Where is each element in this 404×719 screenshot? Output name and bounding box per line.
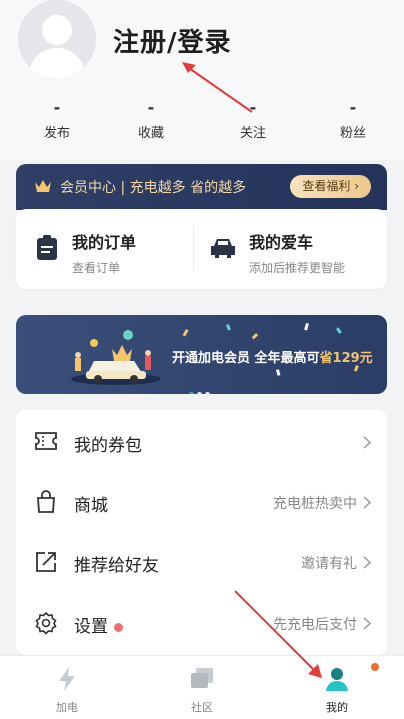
crown-icon [35, 180, 51, 192]
profile-icon [326, 668, 348, 691]
carousel-dot[interactable] [197, 392, 202, 394]
my-car-title: 我的爱车 [249, 233, 314, 252]
tab-label: 加电 [56, 701, 78, 714]
stat-favorites[interactable]: - 收藏 [121, 98, 181, 141]
notification-dot [371, 663, 379, 671]
tab-label: 社区 [191, 701, 213, 714]
menu-item-label: 商城 [74, 496, 108, 516]
menu-item-hint: 邀请有礼 [301, 556, 357, 572]
carousel-dot[interactable] [205, 392, 210, 394]
stat-value: - [53, 98, 61, 117]
stat-label: 收藏 [137, 126, 164, 141]
menu-item-recommend[interactable]: 推荐给好友 邀请有礼 [16, 532, 387, 592]
membership-promo-banner[interactable]: 开通加电会员 全年最高可省129元 [16, 315, 387, 394]
tab-label: 我的 [326, 701, 348, 714]
lightning-icon [59, 667, 75, 691]
default-avatar-icon [18, 0, 96, 78]
divider [193, 225, 194, 271]
stat-label: 发布 [43, 126, 70, 141]
my-car-item[interactable]: 我的爱车 添加后推荐更智能 [249, 229, 345, 276]
settings-gear-icon [35, 611, 57, 635]
stat-label: 关注 [239, 126, 266, 141]
quick-actions-card: 我的订单 查看订单 我的爱车 添加后推荐更智能 [16, 209, 387, 289]
stat-label: 粉丝 [339, 126, 366, 141]
chevron-right-icon [363, 556, 371, 569]
bottom-tab-bar: 加电 社区 我的 [0, 655, 404, 719]
tab-mine-icon-wrap [325, 663, 379, 696]
my-orders-title: 我的订单 [72, 233, 137, 252]
login-register-link[interactable]: 注册/登录 [113, 22, 232, 59]
menu-item-settings-label-wrap: 设置 [74, 612, 123, 637]
menu-item-hint: 充电桩热卖中 [273, 496, 357, 512]
share-icon [36, 552, 56, 572]
coupon-icon [35, 432, 57, 450]
settings-menu-card: 我的券包 商城 充电桩热卖中 推荐给好友 邀请有礼 设置 先充电后支付 [16, 410, 387, 655]
order-clipboard-icon [37, 235, 57, 260]
chevron-right-icon [363, 617, 371, 630]
chevron-right-icon [363, 436, 371, 449]
menu-item-label: 我的券包 [74, 436, 142, 456]
stat-posts[interactable]: - 发布 [27, 98, 87, 141]
my-orders-item[interactable]: 我的订单 查看订单 [72, 229, 136, 276]
shopping-bag-icon [37, 490, 55, 513]
avatar[interactable] [18, 0, 96, 78]
menu-item-mall[interactable]: 商城 充电桩热卖中 [16, 472, 387, 532]
menu-item-coupons[interactable]: 我的券包 [16, 412, 387, 472]
stat-value: - [147, 98, 155, 117]
promo-text-highlight: 省129元 [319, 351, 373, 366]
my-orders-subtitle: 查看订单 [72, 261, 121, 275]
promo-text: 开通加电会员 全年最高可省129元 [172, 347, 373, 366]
menu-item-settings[interactable]: 设置 先充电后支付 [16, 593, 387, 653]
member-center-text: 会员中心 | 充电越多 省的越多 [60, 180, 247, 196]
community-icon [191, 668, 213, 688]
member-center-bar[interactable]: 会员中心 | 充电越多 省的越多 查看福利 › [16, 164, 387, 210]
menu-item-label: 推荐给好友 [74, 556, 159, 576]
car-icon [211, 239, 235, 258]
carousel-dot[interactable] [189, 392, 194, 394]
menu-item-label: 设置 [74, 617, 108, 637]
annotation-arrow-icon [234, 590, 322, 678]
stat-followers[interactable]: - 粉丝 [323, 98, 383, 141]
my-car-subtitle: 添加后推荐更智能 [249, 261, 346, 275]
annotation-arrow-icon [182, 62, 253, 113]
stat-value: - [349, 98, 357, 117]
notification-dot [114, 622, 123, 632]
tab-charging[interactable]: 加电 [27, 666, 107, 715]
carousel-dots[interactable] [189, 382, 213, 394]
promo-text-prefix: 开通加电会员 全年最高可 [172, 351, 320, 366]
view-benefits-button[interactable]: 查看福利 › [290, 175, 371, 198]
chevron-right-icon [363, 496, 371, 509]
tab-community[interactable]: 社区 [162, 666, 242, 715]
